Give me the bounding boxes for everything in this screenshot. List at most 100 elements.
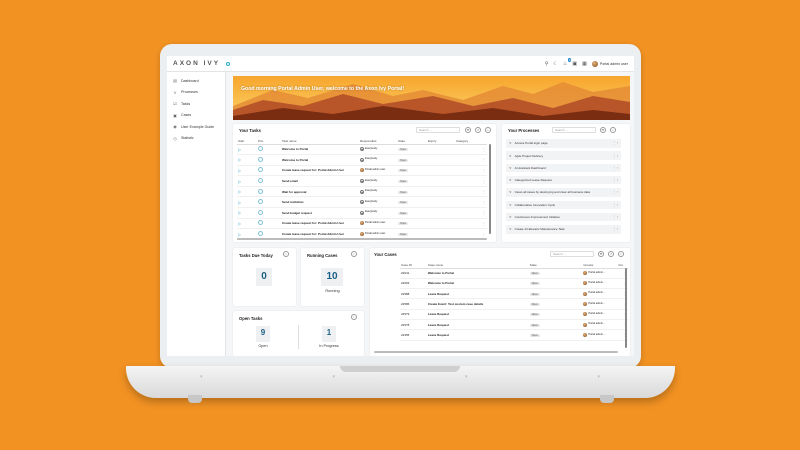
more-icon[interactable]: ⋮ [481,207,487,219]
more-icon[interactable]: ⋮ [481,196,487,209]
info-icon[interactable]: i [618,251,624,257]
case-id[interactable]: 22641 [400,268,427,279]
sidebar-item-statistic[interactable]: ◷ Statistic [167,133,225,145]
info-icon[interactable]: i [351,314,357,320]
play-icon[interactable]: ▷ [238,200,241,205]
filter-icon[interactable]: ▼ [598,251,604,257]
start-cell[interactable]: ▷ [237,154,257,166]
more-icon[interactable]: ⋮ › [612,166,618,170]
play-icon[interactable]: ▷ [238,179,241,184]
more-icon[interactable]: ⋮ [481,218,487,230]
app-logo[interactable]: AXON IVY [173,60,220,67]
table-row[interactable]: ▷ Send budget request ● Everybody Open ⋮ [237,207,487,219]
case-name[interactable]: Create Event: Test custom case details [426,298,529,310]
process-item[interactable]: ⋎ Collaborative Innovation Cycle ⋮ › [506,200,621,209]
case-id[interactable]: 22455 [400,329,427,341]
task-name[interactable]: Send budget request [281,207,359,219]
more-icon[interactable]: ⋮ › [612,154,618,158]
info-icon[interactable]: i [283,251,289,257]
more-icon[interactable]: ⋮ [481,165,487,177]
table-row[interactable]: 22588 Leave Request Open Portal admin...… [400,288,628,300]
start-cell[interactable]: ▷ [237,175,257,187]
filter-icon[interactable]: ▼ [465,127,471,133]
case-id[interactable]: 22578 [400,319,427,331]
case-id[interactable]: 22586 [400,298,427,310]
play-icon[interactable]: ▷ [238,157,241,162]
play-icon[interactable]: ▷ [238,147,241,152]
tasks-due-count[interactable]: 0 [256,271,272,282]
bell-icon[interactable]: ♨ 3 [563,57,572,67]
sidebar-item-tasks[interactable]: ☑ Tasks [167,98,225,110]
sidebar-item-dashboard[interactable]: ▤ Dashboard [167,75,225,87]
moon-icon[interactable]: ☾ [553,61,557,67]
play-icon[interactable]: ▷ [238,232,241,237]
cases-search-input[interactable]: Search ... [550,251,594,257]
cases-horizontal-scrollbar[interactable] [374,351,618,353]
play-icon[interactable]: ▷ [238,210,241,215]
tasks-horizontal-scrollbar[interactable] [237,238,487,240]
case-name[interactable]: Welcome to Portal [426,278,529,290]
more-icon[interactable]: ⋮ [481,154,487,166]
process-item[interactable]: ⋎ AI Assistant Dashboard ⋮ › [506,163,621,173]
task-name[interactable]: Wait for approval [281,186,359,198]
case-name[interactable]: Leave Request [426,288,529,300]
process-item[interactable]: ⋎ Create 12 Elevator Maintenance Task ⋮ › [506,225,621,234]
menu-toggle-icon[interactable] [226,61,231,66]
process-item[interactable]: ⋎ Agile Project Delivery ⋮ › [506,151,621,160]
sidebar-item-cases[interactable]: ▣ Cases [167,110,225,122]
cases-scrollbar[interactable] [625,268,627,348]
info-icon[interactable]: i [610,127,616,133]
start-cell[interactable]: ▷ [237,218,257,230]
running-cases-count[interactable]: 10 [321,271,343,282]
grid-icon[interactable]: ▦ [582,61,587,67]
table-row[interactable]: ▷ Create leave request for: Portal Admin… [237,218,487,230]
table-row[interactable]: ▷ Send email ● Everybody Open ⋮ [237,175,487,187]
process-item[interactable]: ⋎ Clean all cases by destroying and clear… [506,188,621,197]
tasks-scrollbar[interactable] [489,144,491,234]
table-row[interactable]: ▷ Create leave request for: Portal Admin… [237,165,487,177]
table-row[interactable]: ▷ Welcome to Portal ● Everybody Open ⋮ [237,154,487,166]
more-icon[interactable]: ⋮ › [612,215,618,219]
task-name[interactable]: Create leave request for: Portal Admin U… [281,218,359,230]
task-name[interactable]: Create leave request for: Portal Admin U… [281,165,359,177]
start-cell[interactable]: ▷ [237,144,257,156]
sidebar-item-processes[interactable]: ⋎ Processes [167,87,225,99]
expand-icon[interactable]: ↗ [475,127,481,133]
open-count[interactable]: 9 [256,328,270,337]
case-id[interactable]: 22603 [400,278,427,290]
case-name[interactable]: Leave Request [426,319,529,331]
more-icon[interactable]: ⋮ › [612,190,618,194]
table-row[interactable]: 22579 Leave Request Open Portal admin...… [400,309,628,320]
table-row[interactable]: 22586 Create Event: Test custom case det… [400,298,628,310]
table-row[interactable]: ▷ Wait for approval ● Everybody Open ⋮ [237,186,487,198]
more-icon[interactable]: ⋮ › [612,141,618,145]
play-icon[interactable]: ▷ [238,189,241,194]
task-name[interactable]: Welcome to Portal [281,144,359,156]
tasks-search-input[interactable]: Search ... [416,127,460,133]
task-name[interactable]: Send email [281,175,359,187]
start-cell[interactable]: ▷ [237,196,257,209]
case-name[interactable]: Welcome to Portal [426,268,529,279]
case-name[interactable]: Leave Request [426,329,529,341]
task-name[interactable]: Send invitation [281,196,359,209]
case-name[interactable]: Leave Request [426,309,529,320]
start-cell[interactable]: ▷ [237,207,257,219]
table-row[interactable]: 22641 Welcome to Portal Open Portal admi… [400,268,628,279]
user-menu[interactable]: Portal admin user [591,60,628,67]
play-icon[interactable]: ▷ [238,221,241,226]
in-progress-count[interactable]: 1 [322,328,336,337]
processes-search-input[interactable]: Search ... [552,127,596,133]
sidebar-item-user-guide[interactable]: ◉ User Example Guide [167,121,225,133]
start-cell[interactable]: ▷ [237,186,257,198]
case-id[interactable]: 22579 [400,309,427,320]
filter-icon[interactable]: ▼ [600,127,606,133]
search-icon[interactable]: ⚲ [545,61,549,67]
info-icon[interactable]: i [351,251,357,257]
expand-icon[interactable]: ↗ [608,251,614,257]
process-item[interactable]: ⋎ Access Portal login page ⋮ › [506,139,621,148]
more-icon[interactable]: ⋮ [481,186,487,198]
table-row[interactable]: ▷ Welcome to Portal ● Everybody Open ⋮ [237,144,487,156]
more-icon[interactable]: ⋮ [481,144,487,156]
process-item[interactable]: ⋎ Categorized Leave Request ⋮ › [506,175,621,185]
more-icon[interactable]: ⋮ › [612,227,618,231]
